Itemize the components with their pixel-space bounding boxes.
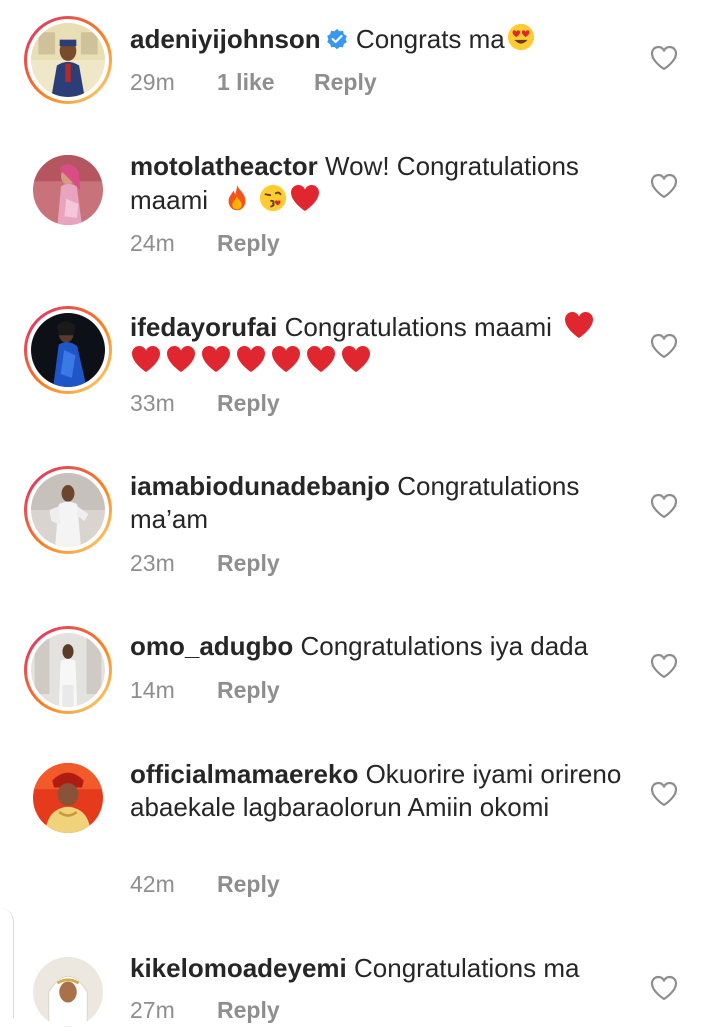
red-heart-emoji-icon xyxy=(165,344,197,374)
comment-text: Congratulations maami xyxy=(284,312,552,342)
red-heart-emoji-icon xyxy=(235,344,267,374)
comment-time: 33m xyxy=(130,390,175,416)
sheet-edge xyxy=(0,908,14,1018)
comment-time: 24m xyxy=(130,230,175,256)
comment-time: 27m xyxy=(130,997,175,1023)
reply-button[interactable]: Reply xyxy=(217,229,280,257)
comment-time: 42m xyxy=(130,871,175,897)
like-heart-icon[interactable] xyxy=(650,975,678,1001)
red-heart-emoji-icon xyxy=(130,344,162,374)
like-heart-icon[interactable] xyxy=(650,653,678,679)
reply-button[interactable]: Reply xyxy=(314,68,377,96)
comment-username[interactable]: kikelomoadeyemi xyxy=(130,953,347,983)
like-heart-icon[interactable] xyxy=(650,173,678,199)
avatar[interactable] xyxy=(24,948,112,1036)
fire-emoji-icon xyxy=(221,183,253,213)
comment-text: Congratulations iya dada xyxy=(300,631,589,661)
avatar[interactable] xyxy=(24,146,112,234)
reply-button[interactable]: Reply xyxy=(217,549,280,577)
avatar[interactable] xyxy=(24,306,112,394)
comment-username[interactable]: ifedayorufai xyxy=(130,312,277,342)
reply-button[interactable]: Reply xyxy=(217,996,280,1024)
avatar[interactable] xyxy=(24,466,112,554)
verified-badge-icon xyxy=(325,26,349,50)
heart-eyes-emoji-icon xyxy=(505,22,537,52)
comment-username[interactable]: iamabiodunadebanjo xyxy=(130,471,390,501)
avatar[interactable] xyxy=(24,754,112,842)
red-heart-emoji-icon xyxy=(200,344,232,374)
comment-username[interactable]: omo_adugbo xyxy=(130,631,293,661)
reply-button[interactable]: Reply xyxy=(217,676,280,704)
like-heart-icon[interactable] xyxy=(650,493,678,519)
red-heart-emoji-icon xyxy=(340,344,372,374)
comment-username[interactable]: motolatheactor xyxy=(130,151,318,181)
comment-time: 29m xyxy=(130,69,175,95)
red-heart-emoji-icon xyxy=(305,344,337,374)
red-heart-emoji-icon xyxy=(563,310,595,340)
comment-text: Congrats ma xyxy=(355,24,505,54)
avatar[interactable] xyxy=(24,16,112,104)
comment-text: Congratulations ma xyxy=(354,953,580,983)
red-heart-emoji-icon xyxy=(270,344,302,374)
comment-username[interactable]: adeniyijohnson xyxy=(130,24,321,54)
like-heart-icon[interactable] xyxy=(650,45,678,71)
comment-time: 14m xyxy=(130,677,175,703)
comment-username[interactable]: officialmamaereko xyxy=(130,759,358,789)
comment-time: 23m xyxy=(130,550,175,576)
avatar[interactable] xyxy=(24,626,112,714)
like-heart-icon[interactable] xyxy=(650,781,678,807)
kiss-emoji-icon xyxy=(257,183,289,213)
reply-button[interactable]: Reply xyxy=(217,389,280,417)
comment-likes[interactable]: 1 like xyxy=(217,68,314,96)
like-heart-icon[interactable] xyxy=(650,333,678,359)
reply-button[interactable]: Reply xyxy=(217,870,280,898)
red-heart-emoji-icon xyxy=(289,183,321,213)
